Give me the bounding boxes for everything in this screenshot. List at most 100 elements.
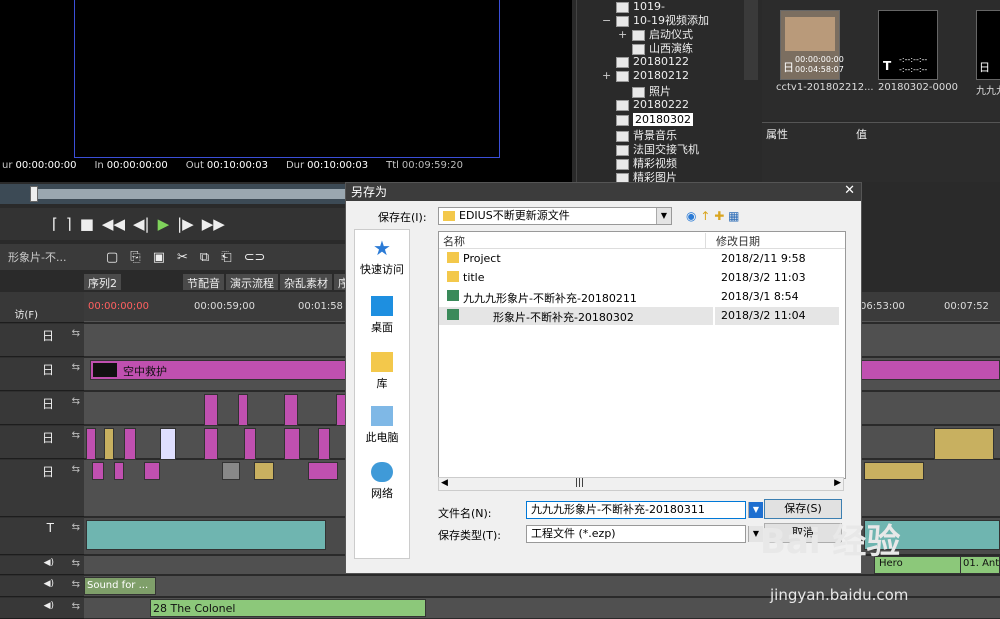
timeline-clip[interactable] [244,428,256,460]
save-in-select[interactable]: EDIUS不断更新源文件 ▼ [438,207,672,225]
filetype-select[interactable]: 工程文件 (*.ezp) ▼ [526,525,763,543]
clip-thumbnail[interactable]: 日 [976,10,1000,80]
timeline-clip[interactable] [318,428,330,460]
audio-clip[interactable]: 28 The Colonel [150,599,426,617]
new-icon[interactable]: ▢ [106,250,118,265]
timeline-clip[interactable] [934,428,994,460]
file-row[interactable]: title 2018/3/2 11:03 [439,269,839,287]
tree-item-selected[interactable]: 20180302 [602,113,693,126]
track-header[interactable]: ◀) ⇆ [0,576,84,597]
rewind-icon[interactable]: ◀◀ [102,215,125,233]
file-row-date[interactable]: 2018/3/2 11:04 [715,307,839,325]
track-header[interactable]: 日 ⇆ [0,392,84,425]
timeline-clip[interactable] [254,462,274,480]
timeline-clip[interactable] [308,462,338,480]
sync-icon[interactable]: ⇆ [72,558,80,569]
new-folder-icon[interactable]: ✚ [714,209,724,223]
tree-item[interactable]: 山西演练 [618,40,693,56]
timeline-clip[interactable] [238,394,248,426]
audio-clip[interactable]: Sound for ... [84,577,156,595]
scroll-left-icon[interactable]: ◀ [441,478,448,488]
place-this-pc[interactable]: 此电脑 [355,406,409,445]
sync-icon[interactable]: ⇆ [72,396,80,407]
timeline-clip[interactable] [104,428,114,460]
open-icon[interactable]: ⎘ [130,250,140,265]
column-modified[interactable]: 修改日期 [705,233,760,249]
timeline-clip[interactable] [284,428,300,460]
scroll-thumb-icon[interactable]: ||| [575,478,584,488]
track-header[interactable]: 日 ⇆ [0,358,84,391]
library-icon [371,352,393,372]
cut-icon[interactable]: ✂ [177,250,188,265]
track-header[interactable]: ◀) ⇆ [0,556,84,575]
sync-icon[interactable]: ⇆ [72,579,80,590]
timeline-clip[interactable] [114,462,124,480]
link-icon[interactable]: ⊂⊃ [244,250,266,265]
place-libraries[interactable]: 库 [355,352,409,391]
play-icon[interactable]: ▶ [158,215,170,233]
save-icon[interactable]: ▣ [153,250,165,265]
clip-thumbnail[interactable]: 日 00:00:00:00 00:04:58:07 [780,10,844,80]
paste-icon[interactable]: ⎗ [221,250,231,265]
close-icon[interactable]: ✕ [844,183,855,198]
back-icon[interactable]: ◉ [686,209,696,223]
file-list-hscrollbar[interactable]: ◀ ||| ▶ [438,477,844,491]
timeline-clip[interactable] [222,462,240,480]
clip-thumbnail[interactable]: T -:--:--:-- -:--:--:-- [878,10,938,80]
tree-item[interactable]: 20180222 [602,98,689,111]
mark-in-icon[interactable]: ⌈ [52,215,58,233]
file-row[interactable]: Project 2018/2/11 9:58 [439,250,839,268]
timeline-clip[interactable] [124,428,136,460]
timeline-clip[interactable] [144,462,160,480]
place-desktop[interactable]: 桌面 [355,296,409,335]
track-header[interactable]: T ⇆ [0,518,84,555]
column-name[interactable]: 名称 [443,233,465,249]
stop-icon[interactable]: ■ [80,215,94,233]
step-back-icon[interactable]: ◀| [133,215,150,233]
timecode-out: Out 00:10:00:03 [185,160,268,171]
tab-sequence[interactable]: 杂乱素材 [280,274,332,290]
scrub-track[interactable] [30,189,345,199]
sync-icon[interactable]: ⇆ [72,464,80,475]
folder-icon [632,43,645,55]
tab-sequence[interactable]: 节配音 [183,274,224,290]
chevron-down-icon[interactable]: ▼ [656,208,671,224]
view-menu-icon[interactable]: ▦ [728,209,739,223]
tab-sequence[interactable]: 演示流程 [226,274,278,290]
timeline-clip[interactable] [864,462,924,480]
timeline-clip[interactable] [86,428,96,460]
place-quick-access[interactable]: ★ 快速访问 [355,238,409,277]
folder-icon [616,15,629,27]
tree-scrollbar[interactable] [744,0,758,80]
track-header[interactable]: ◀) ⇆ [0,598,84,619]
sync-icon[interactable]: ⇆ [72,362,80,373]
file-row[interactable]: 九九九形象片-不断补充-20180211 2018/3/1 8:54 [439,288,839,306]
copy-icon[interactable]: ⧉ [200,250,209,265]
scroll-right-icon[interactable]: ▶ [834,478,841,488]
up-folder-icon[interactable]: ↑ [700,209,710,223]
track-header[interactable]: 日 ⇆ [0,460,84,517]
place-network[interactable]: 网络 [355,462,409,501]
timeline-clip[interactable] [284,394,298,426]
tab-sequence[interactable]: 序列2 [84,274,121,290]
step-forward-icon[interactable]: |▶ [177,215,194,233]
file-row-selected[interactable]: 形象片-不断补充-20180302 [439,307,713,325]
timeline-clip[interactable] [160,428,176,460]
tree-item[interactable]: +20180212 [602,69,689,82]
tree-item[interactable]: 照片 [618,83,671,99]
tree-item[interactable]: 20180122 [602,55,689,68]
timeline-clip[interactable] [204,428,218,460]
sync-icon[interactable]: ⇆ [72,430,80,441]
sync-icon[interactable]: ⇆ [72,522,80,533]
fast-forward-icon[interactable]: ▶▶ [202,215,225,233]
timeline-clip[interactable] [92,462,104,480]
title-clip[interactable] [86,520,326,550]
sync-icon[interactable]: ⇆ [72,328,80,339]
track-header[interactable]: 日 ⇆ [0,324,84,357]
timeline-clip[interactable] [204,394,218,426]
track-header[interactable]: 日 ⇆ [0,426,84,459]
sync-icon[interactable]: ⇆ [72,601,80,612]
scrub-handle[interactable] [30,186,38,202]
filename-input[interactable]: 九九九形象片-不断补充-20180311 ▼ [526,501,763,519]
mark-out-icon[interactable]: ⌉ [66,215,72,233]
